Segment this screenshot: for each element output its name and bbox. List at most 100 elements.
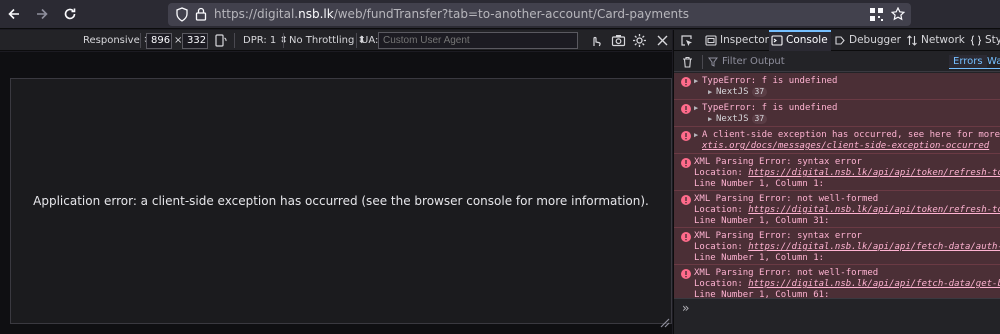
back-button[interactable] bbox=[4, 4, 24, 24]
device-selector[interactable]: Responsive ⬍ bbox=[83, 33, 151, 48]
toolbar-divider bbox=[140, 33, 141, 48]
qr-code-icon[interactable] bbox=[870, 8, 883, 21]
error-title: TypeError: f is undefined bbox=[702, 103, 838, 113]
error-icon bbox=[681, 131, 691, 141]
ua-label: UA: bbox=[361, 35, 379, 46]
console-error-message[interactable]: ▶ TypeError: f is undefined ▶ NextJS 37 bbox=[674, 100, 1000, 127]
throttling-selector[interactable]: No Throttling ⬍ bbox=[289, 33, 366, 48]
console-filter-bar: Filter Output Errors War bbox=[674, 52, 1000, 72]
console-error-message[interactable]: XML Parsing Error: syntax error Location… bbox=[674, 154, 1000, 191]
filter-funnel-icon bbox=[708, 57, 718, 67]
url-domain: nsb.lk bbox=[298, 7, 334, 21]
location-label: Location: bbox=[694, 242, 743, 252]
error-title: A client-side exception has occurred, se… bbox=[702, 130, 1000, 140]
expand-triangle-icon[interactable]: ▶ bbox=[708, 114, 716, 125]
inspector-icon bbox=[705, 35, 717, 46]
stack-source: NextJS bbox=[716, 87, 749, 97]
close-rdm-icon[interactable] bbox=[655, 33, 670, 48]
screenshot-icon[interactable] bbox=[611, 33, 626, 48]
tab-inspector-label: Inspector bbox=[720, 34, 769, 46]
rotate-viewport-icon[interactable] bbox=[213, 33, 228, 48]
console-icon bbox=[771, 35, 783, 46]
viewport-width-input[interactable]: 896 bbox=[146, 33, 172, 49]
repeat-count-badge: 37 bbox=[751, 114, 768, 124]
application-error-message: Application error: a client-side excepti… bbox=[33, 194, 649, 208]
console-error-message[interactable]: XML Parsing Error: syntax error Location… bbox=[674, 228, 1000, 265]
user-agent-input[interactable] bbox=[378, 32, 578, 49]
reload-button[interactable] bbox=[60, 4, 80, 24]
location-link[interactable]: https://digital.nsb.lk/api/api/fetch-dat… bbox=[748, 242, 1000, 252]
tab-style-editor[interactable]: Styl bbox=[968, 30, 1000, 51]
tab-debugger[interactable]: Debugger bbox=[832, 30, 901, 51]
location-link[interactable]: https://digital.nsb.lk/api/api/token/ref… bbox=[748, 168, 1000, 178]
dpr-selector[interactable]: DPR: 1 ⬍ bbox=[243, 33, 288, 48]
tab-network[interactable]: Network bbox=[904, 30, 965, 51]
tab-style-editor-label: Styl bbox=[985, 34, 1000, 46]
error-icon bbox=[681, 269, 691, 279]
url-text: https://digital.nsb.lk/web/fundTransfer?… bbox=[214, 7, 689, 21]
reload-icon bbox=[64, 8, 76, 20]
location-label: Location: bbox=[694, 279, 743, 289]
clear-console-trash-icon[interactable] bbox=[682, 56, 693, 68]
error-title: XML Parsing Error: not well-formed bbox=[694, 268, 879, 278]
expand-triangle-icon[interactable]: ▶ bbox=[694, 76, 702, 87]
lock-icon[interactable] bbox=[195, 7, 207, 21]
error-title: XML Parsing Error: syntax error bbox=[694, 157, 862, 167]
filter-warnings-button[interactable]: War bbox=[983, 55, 1000, 69]
console-error-message[interactable]: ▶ A client-side exception has occurred, s… bbox=[674, 127, 1000, 154]
error-title: XML Parsing Error: syntax error bbox=[694, 231, 862, 241]
page-viewport: Application error: a client-side excepti… bbox=[10, 78, 672, 324]
url-path: /web/fundTransfer?tab=to-another-account… bbox=[333, 7, 690, 21]
error-icon bbox=[681, 77, 691, 87]
line-number-text: Line Number 1, Column 61: bbox=[694, 290, 830, 298]
expand-triangle-icon[interactable]: ▶ bbox=[708, 87, 716, 98]
device-selector-label: Responsive bbox=[83, 35, 140, 46]
bookmark-star-icon[interactable] bbox=[891, 7, 905, 21]
style-icon bbox=[970, 35, 982, 46]
filter-output-input[interactable]: Filter Output bbox=[722, 56, 785, 67]
location-label: Location: bbox=[694, 168, 743, 178]
expand-triangle-icon[interactable]: ▶ bbox=[694, 103, 702, 114]
tab-console[interactable]: Console bbox=[769, 30, 831, 51]
resize-handle-icon[interactable] bbox=[658, 316, 670, 328]
settings-gear-icon[interactable] bbox=[632, 33, 647, 48]
forward-button[interactable] bbox=[32, 4, 52, 24]
url-bar[interactable]: https://digital.nsb.lk/web/fundTransfer?… bbox=[168, 3, 911, 26]
stack-source: NextJS bbox=[716, 114, 749, 124]
console-error-message[interactable]: ▶ TypeError: f is undefined ▶ NextJS 37 bbox=[674, 73, 1000, 100]
error-icon bbox=[681, 195, 691, 205]
expand-triangle-icon[interactable]: ▶ bbox=[694, 130, 702, 141]
back-arrow-icon bbox=[8, 8, 19, 20]
line-number-text: Line Number 1, Column 31: bbox=[694, 216, 830, 226]
touch-simulation-icon[interactable] bbox=[588, 33, 603, 48]
toolbar-divider bbox=[234, 33, 235, 48]
repeat-count-badge: 37 bbox=[751, 87, 768, 97]
console-error-message[interactable]: XML Parsing Error: not well-formed Locat… bbox=[674, 265, 1000, 298]
location-link[interactable]: https://digital.nsb.lk/api/api/fetch-dat… bbox=[748, 279, 1000, 289]
viewport-height-input[interactable]: 332 bbox=[182, 33, 208, 49]
error-docs-link[interactable]: xtis.org/docs/messages/client-side-excep… bbox=[702, 141, 989, 151]
location-link[interactable]: https://digital.nsb.lk/api/api/token/ref… bbox=[748, 205, 1000, 215]
devtools-panel: Inspector Console Debugger Network Styl … bbox=[673, 30, 1000, 334]
dpr-label: DPR: 1 bbox=[243, 35, 277, 46]
console-output: ▶ TypeError: f is undefined ▶ NextJS 37 ▶ Ty… bbox=[674, 73, 1000, 298]
throttling-label: No Throttling bbox=[289, 35, 355, 46]
network-icon bbox=[907, 35, 917, 46]
filter-divider bbox=[702, 55, 703, 69]
element-picker-icon[interactable] bbox=[680, 34, 693, 47]
tab-inspector[interactable]: Inspector bbox=[703, 30, 769, 51]
responsive-design-toolbar: Responsive ⬍ 896 × 332 DPR: 1 ⬍ No Throt… bbox=[0, 30, 672, 51]
line-number-text: Line Number 1, Column 1: bbox=[694, 179, 825, 189]
console-input[interactable]: » bbox=[674, 298, 1000, 334]
toolbar-divider bbox=[356, 33, 357, 48]
browser-toolbar: https://digital.nsb.lk/web/fundTransfer?… bbox=[0, 0, 1000, 29]
error-title: XML Parsing Error: not well-formed bbox=[694, 194, 879, 204]
location-label: Location: bbox=[694, 205, 743, 215]
console-error-message[interactable]: XML Parsing Error: not well-formed Locat… bbox=[674, 191, 1000, 228]
tab-console-label: Console bbox=[786, 34, 828, 46]
tracking-shield-icon[interactable] bbox=[175, 7, 189, 22]
error-icon bbox=[681, 104, 691, 114]
tab-debugger-label: Debugger bbox=[849, 34, 901, 46]
debugger-icon bbox=[835, 36, 845, 45]
filter-errors-button[interactable]: Errors bbox=[949, 55, 987, 69]
